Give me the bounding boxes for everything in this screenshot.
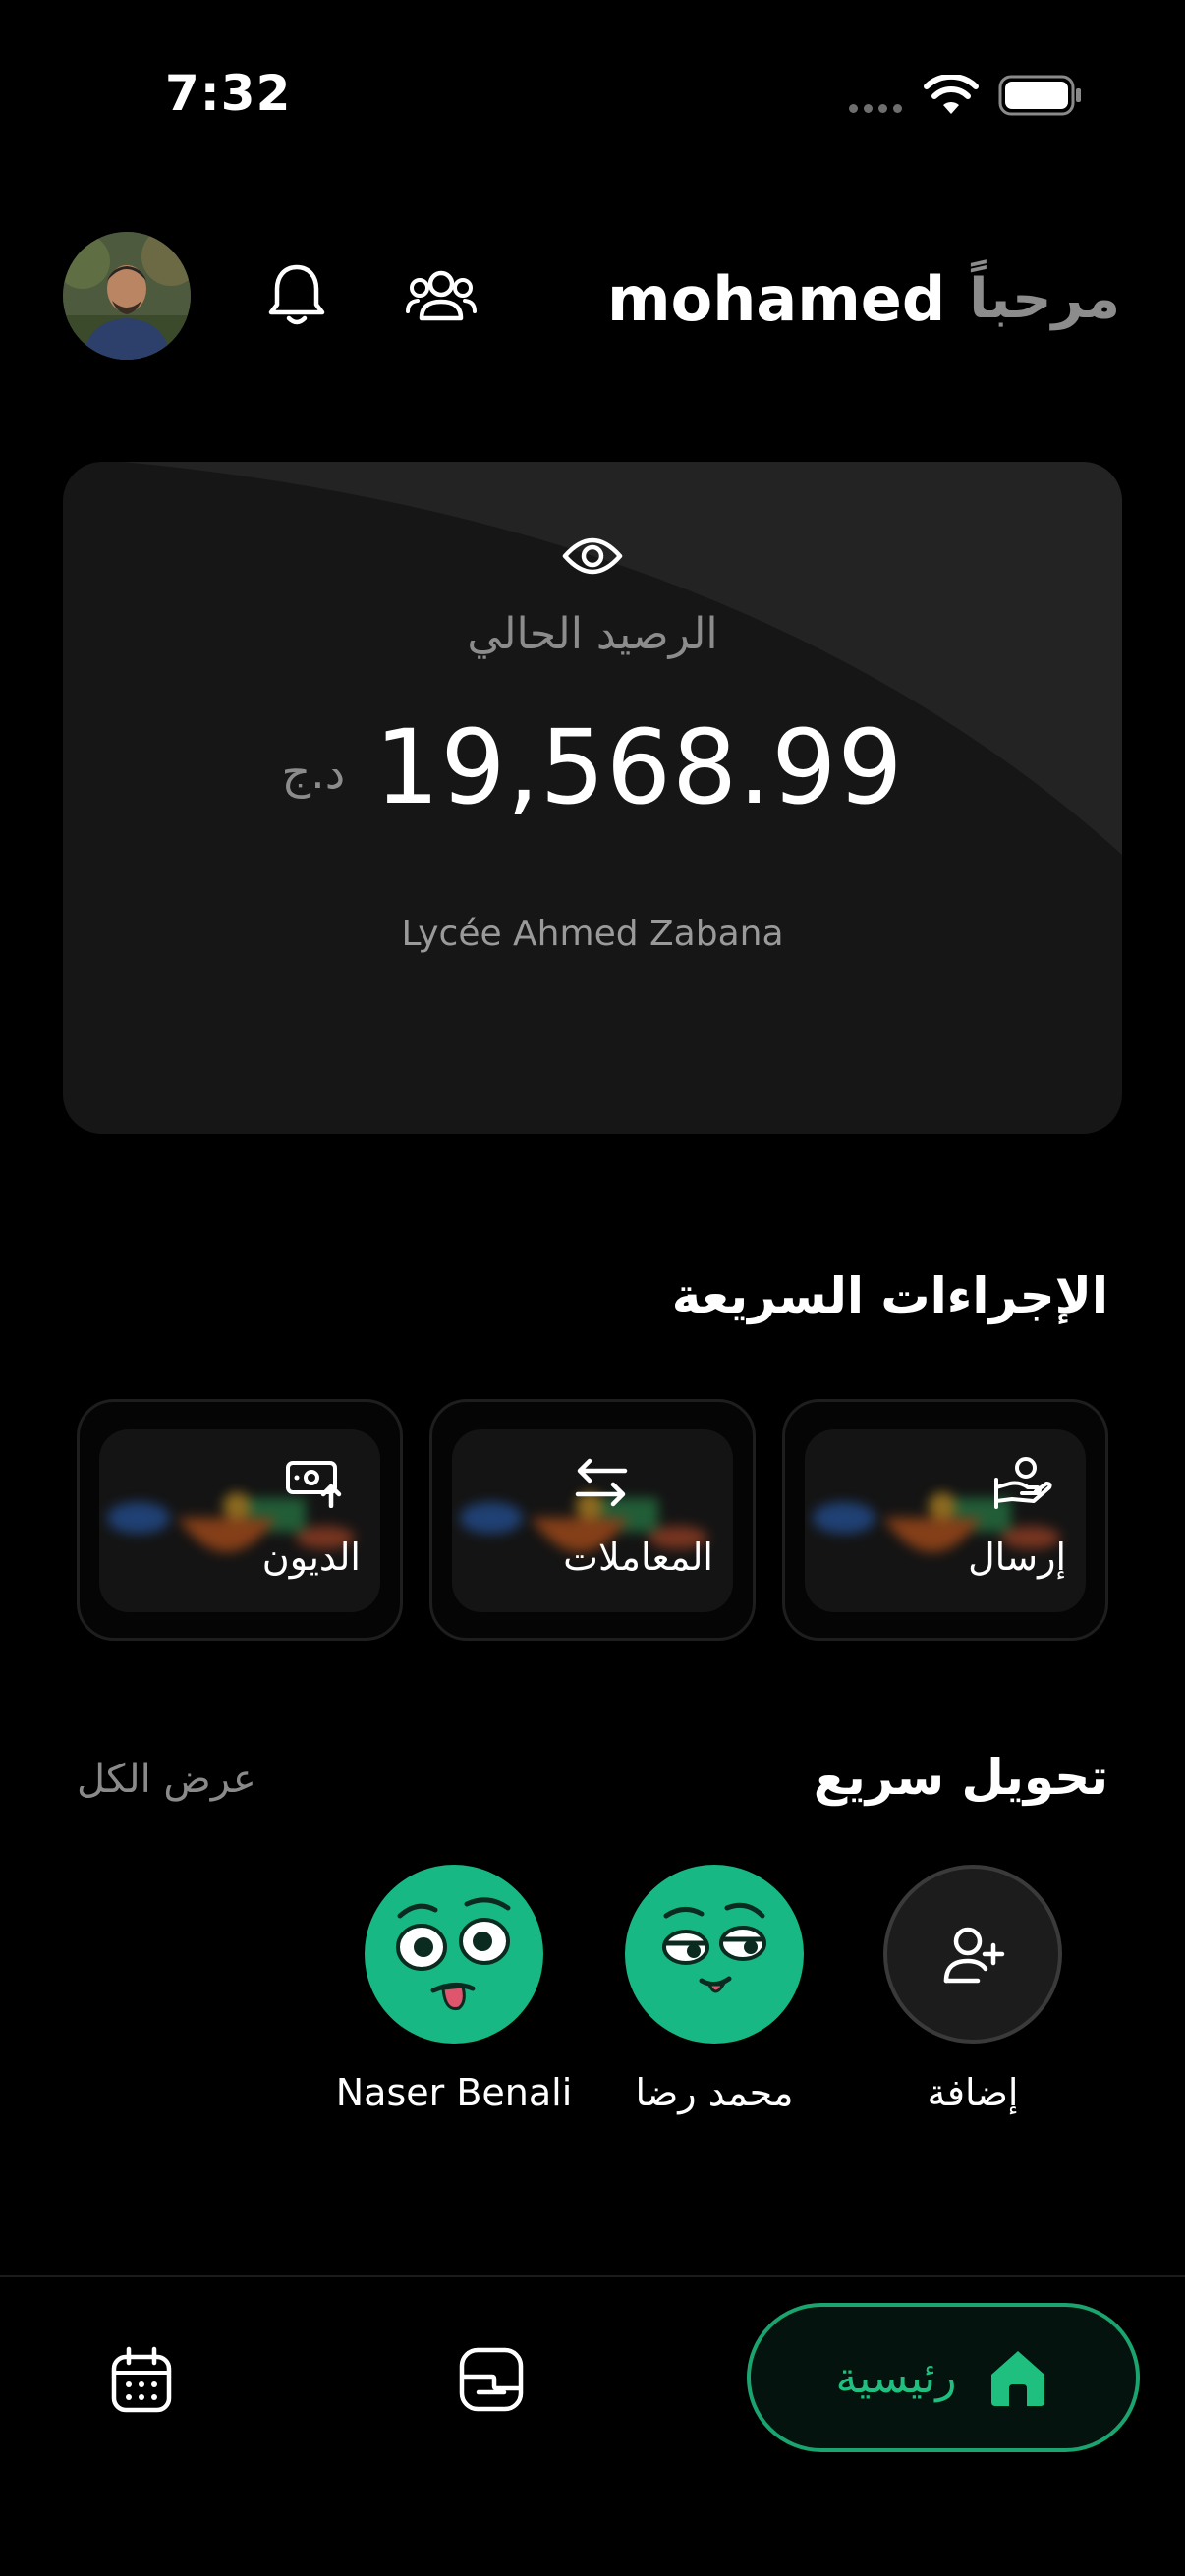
status-time: 7:32 [165, 65, 292, 122]
bottom-nav: رئيسية [0, 2275, 1185, 2576]
action-label: الديون [261, 1536, 361, 1579]
action-debts[interactable]: الديون [77, 1399, 403, 1641]
send-money-icon [991, 1451, 1054, 1514]
contact-name: إضافة [927, 2071, 1019, 2114]
debt-icon [282, 1451, 345, 1514]
group-users-icon[interactable] [403, 257, 480, 332]
quick-actions-title: الإجراءات السريعة [671, 1267, 1108, 1324]
bored-face-icon [662, 1902, 766, 1993]
action-card: إرسال [805, 1429, 1086, 1612]
avatar[interactable] [365, 1865, 543, 2044]
cellular-signal-icon [849, 104, 902, 113]
nav-home-label: رئيسية [835, 2352, 957, 2403]
school-name: Lycée Ahmed Zabana [401, 914, 784, 954]
add-contact-button[interactable] [883, 1865, 1062, 2044]
quick-transfer-title: تحويل سريع [813, 1749, 1108, 1806]
greeting: mohamed مرحباً [607, 257, 1120, 340]
notification-bell-icon[interactable] [259, 257, 334, 332]
home-screen: 7:32 mohamed مرحباً الرصيد الحالي د.ج 19… [0, 0, 1185, 2576]
balance-row: د.ج 19,568.99 [63, 707, 1122, 827]
profile-photo [63, 232, 191, 360]
user-name: mohamed [607, 262, 946, 335]
greeting-text: مرحباً [969, 266, 1120, 331]
calendar-icon[interactable] [104, 2342, 179, 2417]
nav-home-button[interactable]: رئيسية [747, 2303, 1140, 2452]
view-all-link[interactable]: عرض الكل [77, 1757, 256, 1802]
wifi-icon [924, 75, 979, 114]
action-card: الديون [99, 1429, 380, 1612]
action-send[interactable]: إرسال [782, 1399, 1108, 1641]
contact-name: Naser Benali [335, 2071, 573, 2114]
battery-icon [998, 75, 1081, 116]
avatar[interactable] [63, 232, 191, 360]
eye-icon[interactable] [561, 531, 624, 582]
transfer-arrows-icon [570, 1451, 633, 1514]
action-transactions[interactable]: المعاملات [429, 1399, 756, 1641]
contact-add[interactable]: إضافة [845, 1865, 1100, 2114]
avatar[interactable] [625, 1865, 804, 2044]
wallet-icon[interactable] [454, 2342, 529, 2417]
silly-face-icon [396, 1897, 511, 2011]
action-label: المعاملات [563, 1536, 713, 1579]
balance-card: الرصيد الحالي د.ج 19,568.99 Lycée Ahmed … [63, 462, 1122, 1134]
action-card: المعاملات [452, 1429, 733, 1612]
action-label: إرسال [968, 1536, 1066, 1579]
home-icon [991, 2351, 1045, 2406]
contact-naser-benali[interactable]: Naser Benali [326, 1865, 582, 2114]
add-user-icon [943, 1927, 1005, 1984]
balance-label: الرصيد الحالي [467, 609, 718, 659]
contact-mohamed-reda[interactable]: محمد رضا [587, 1865, 842, 2114]
balance-amount: 19,568.99 [374, 707, 904, 827]
currency-label: د.ج [281, 746, 346, 799]
contact-name: محمد رضا [635, 2071, 794, 2114]
